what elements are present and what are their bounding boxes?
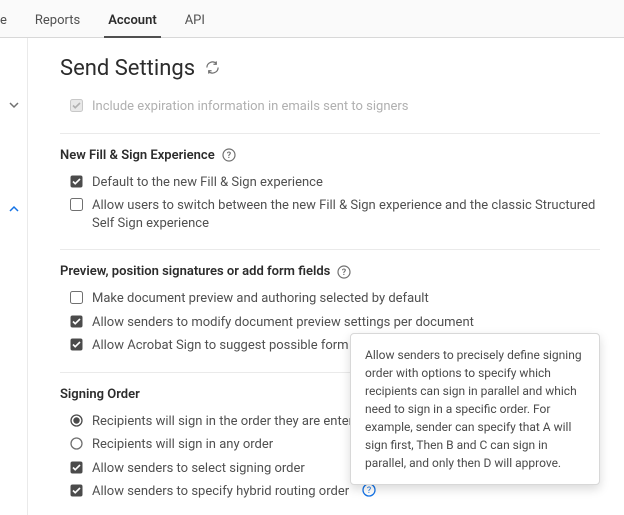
label-signing-select: Allow senders to select signing order bbox=[92, 460, 305, 478]
label-preview-default: Make document preview and authoring sele… bbox=[92, 290, 429, 308]
svg-text:?: ? bbox=[227, 151, 232, 161]
label-signing-any: Recipients will sign in any order bbox=[92, 436, 273, 454]
tab-api[interactable]: API bbox=[171, 5, 219, 37]
info-icon[interactable]: ? bbox=[362, 483, 376, 497]
row-expiration-include: Include expiration information in emails… bbox=[60, 95, 600, 119]
main-content: Send Settings Include expiration informa… bbox=[28, 38, 624, 515]
chevron-up-icon[interactable] bbox=[7, 202, 21, 216]
tab-account[interactable]: Account bbox=[94, 5, 170, 37]
label-preview-modify: Allow senders to modify document preview… bbox=[92, 314, 474, 332]
info-icon[interactable]: ? bbox=[222, 148, 236, 162]
row-preview-default[interactable]: Make document preview and authoring sele… bbox=[60, 287, 600, 311]
tooltip-text: Allow senders to precisely define signin… bbox=[365, 348, 582, 470]
row-preview-modify[interactable]: Allow senders to modify document preview… bbox=[60, 311, 600, 335]
header-text-preview: Preview, position signatures or add form… bbox=[60, 264, 330, 279]
checkbox-checked-disabled-icon bbox=[70, 99, 83, 112]
checkbox-checked-icon[interactable] bbox=[70, 175, 83, 188]
sidebar bbox=[0, 38, 28, 515]
header-text-fillsign: New Fill & Sign Experience bbox=[60, 148, 215, 163]
checkbox-checked-icon[interactable] bbox=[70, 484, 83, 497]
tab-truncated[interactable]: e bbox=[0, 5, 21, 37]
radio-unselected-icon[interactable] bbox=[70, 437, 83, 450]
page-title: Send Settings bbox=[60, 56, 600, 81]
tab-reports[interactable]: Reports bbox=[21, 5, 94, 37]
checkbox-checked-icon[interactable] bbox=[70, 338, 83, 351]
checkbox-unchecked-icon[interactable] bbox=[70, 198, 83, 211]
label-signing-order: Recipients will sign in the order they a… bbox=[92, 413, 367, 431]
page-title-text: Send Settings bbox=[60, 56, 195, 81]
row-fillsign-default[interactable]: Default to the new Fill & Sign experienc… bbox=[60, 171, 600, 195]
section-header-fillsign: New Fill & Sign Experience ? bbox=[60, 148, 600, 163]
row-fillsign-switch[interactable]: Allow users to switch between the new Fi… bbox=[60, 194, 600, 235]
label-fillsign-switch: Allow users to switch between the new Fi… bbox=[92, 197, 600, 232]
checkbox-checked-icon[interactable] bbox=[70, 461, 83, 474]
checkbox-checked-icon[interactable] bbox=[70, 315, 83, 328]
refresh-icon[interactable] bbox=[205, 56, 220, 81]
header-text-signing: Signing Order bbox=[60, 387, 140, 402]
svg-text:?: ? bbox=[342, 268, 347, 278]
radio-selected-icon[interactable] bbox=[70, 414, 83, 427]
tooltip-hybrid: Allow senders to precisely define signin… bbox=[350, 333, 600, 485]
section-fillsign: New Fill & Sign Experience ? Default to … bbox=[60, 133, 600, 250]
svg-text:?: ? bbox=[367, 486, 371, 496]
section-expiration: Include expiration information in emails… bbox=[60, 95, 600, 133]
chevron-down-icon[interactable] bbox=[7, 98, 21, 112]
section-header-preview: Preview, position signatures or add form… bbox=[60, 264, 600, 279]
top-tabs: e Reports Account API bbox=[0, 0, 624, 38]
label-expiration-include: Include expiration information in emails… bbox=[92, 98, 409, 116]
label-fillsign-default: Default to the new Fill & Sign experienc… bbox=[92, 174, 323, 192]
checkbox-unchecked-icon[interactable] bbox=[70, 291, 83, 304]
label-signing-hybrid: Allow senders to specify hybrid routing … bbox=[92, 483, 349, 501]
info-icon[interactable]: ? bbox=[337, 265, 351, 279]
